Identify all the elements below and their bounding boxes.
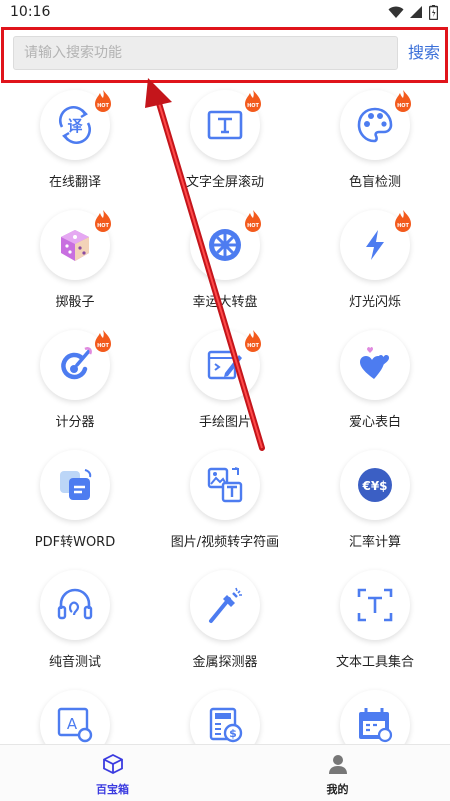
tool-dice[interactable]: HOT 掷骰子 [0,205,150,325]
search-bar: 搜索 [1,27,448,83]
svg-text:HOT: HOT [97,343,109,349]
hot-badge-icon: HOT [395,90,411,112]
tool-label: 汇率计算 [348,535,401,550]
tool-grid: 译 HOT 在线翻译 HOT 文字全屏滚动 HOT 色盲检测 HOT 掷骰子 H… [0,85,450,745]
tool-label: 色盲检测 [348,175,401,190]
svg-text:译: 译 [67,117,83,135]
image-text-icon [207,467,243,503]
calculator-icon: $ [209,707,243,743]
font-settings-icon: A [57,707,93,743]
tool-label: 灯光闪烁 [348,295,401,310]
search-button[interactable]: 搜索 [408,39,440,63]
headphones-icon [57,588,93,620]
tool-metal-detector[interactable]: 金属探测器 [150,565,300,685]
tool-label: 爱心表白 [348,415,401,430]
tool-image-to-text-art[interactable]: 图片/视频转字符画 [150,445,300,565]
tool-light-flash[interactable]: HOT 灯光闪烁 [300,205,450,325]
svg-text:A: A [67,715,78,733]
tool-label: 计分器 [55,415,95,430]
tool-label: 在线翻译 [48,175,101,190]
tool-label: 文本工具集合 [335,655,414,670]
tool-exchange-rate[interactable]: €¥$ 汇率计算 [300,445,450,565]
tool-label: 文字全屏滚动 [185,175,264,190]
tool-pdf-to-word[interactable]: PDF转WORD [0,445,150,565]
wheel-icon [209,229,241,261]
tool-pure-tone-test[interactable]: 纯音测试 [0,565,150,685]
tool-label: 幸运大转盘 [192,295,258,310]
tab-toolbox[interactable]: 百宝箱 [0,745,225,801]
tool-color-blind-test[interactable]: HOT 色盲检测 [300,85,450,205]
translate-icon: 译 [59,106,91,144]
cube-icon [103,753,123,775]
text-scroll-icon [207,110,243,140]
tool-label: 图片/视频转字符画 [170,535,280,550]
pdf-word-icon [60,469,92,500]
signal-icon [410,6,422,18]
svg-text:€¥$: €¥$ [361,479,387,493]
tab-label: 百宝箱 [96,783,129,796]
battery-icon [429,5,438,20]
exchange-icon: €¥$ [358,468,392,502]
calendar-icon [359,708,393,743]
tool-scoreboard[interactable]: HOT 计分器 [0,325,150,445]
svg-text:HOT: HOT [247,223,259,229]
svg-text:$: $ [229,727,237,740]
status-time: 10:16 [10,4,51,20]
tool-label: PDF转WORD [34,535,116,550]
hearts-icon [360,347,389,379]
tool-lucky-wheel[interactable]: HOT 幸运大转盘 [150,205,300,325]
dice-icon [61,230,89,261]
tool-label: 纯音测试 [48,655,101,670]
tool-label: 掷骰子 [55,295,95,310]
hot-badge-icon: HOT [95,90,111,112]
tab-label: 我的 [326,783,349,796]
lightning-icon [366,230,384,260]
tool-font-settings[interactable]: A [0,685,150,745]
tool-text-tools[interactable]: 文本工具集合 [300,565,450,685]
text-tools-icon [357,588,393,622]
hot-badge-icon: HOT [245,210,261,232]
tool-calendar[interactable] [300,685,450,745]
svg-text:HOT: HOT [97,103,109,109]
tool-label: 手绘图片 [198,415,251,430]
tool-hand-drawing[interactable]: HOT 手绘图片 [150,325,300,445]
svg-text:HOT: HOT [247,103,259,109]
hot-badge-icon: HOT [95,330,111,352]
hot-badge-icon: HOT [245,330,261,352]
status-bar: 10:16 [0,0,450,26]
drawing-icon [207,350,242,380]
tool-text-scroll[interactable]: HOT 文字全屏滚动 [150,85,300,205]
svg-text:HOT: HOT [247,343,259,349]
person-icon [329,755,347,774]
hot-badge-icon: HOT [245,90,261,112]
svg-text:HOT: HOT [97,223,109,229]
hot-badge-icon: HOT [95,210,111,232]
tool-heart-confession[interactable]: 爱心表白 [300,325,450,445]
tool-calculator[interactable]: $ [150,685,300,745]
search-input[interactable] [13,36,398,70]
svg-text:HOT: HOT [397,103,409,109]
palette-icon [357,107,393,143]
score-icon [61,347,92,380]
wifi-icon [388,6,404,18]
bottom-nav: 百宝箱 我的 [0,744,450,801]
hot-badge-icon: HOT [395,210,411,232]
tool-translate[interactable]: 译 HOT 在线翻译 [0,85,150,205]
tool-label: 金属探测器 [192,655,258,670]
tab-mine[interactable]: 我的 [225,745,450,801]
svg-text:HOT: HOT [397,223,409,229]
metal-detector-icon [209,587,242,623]
